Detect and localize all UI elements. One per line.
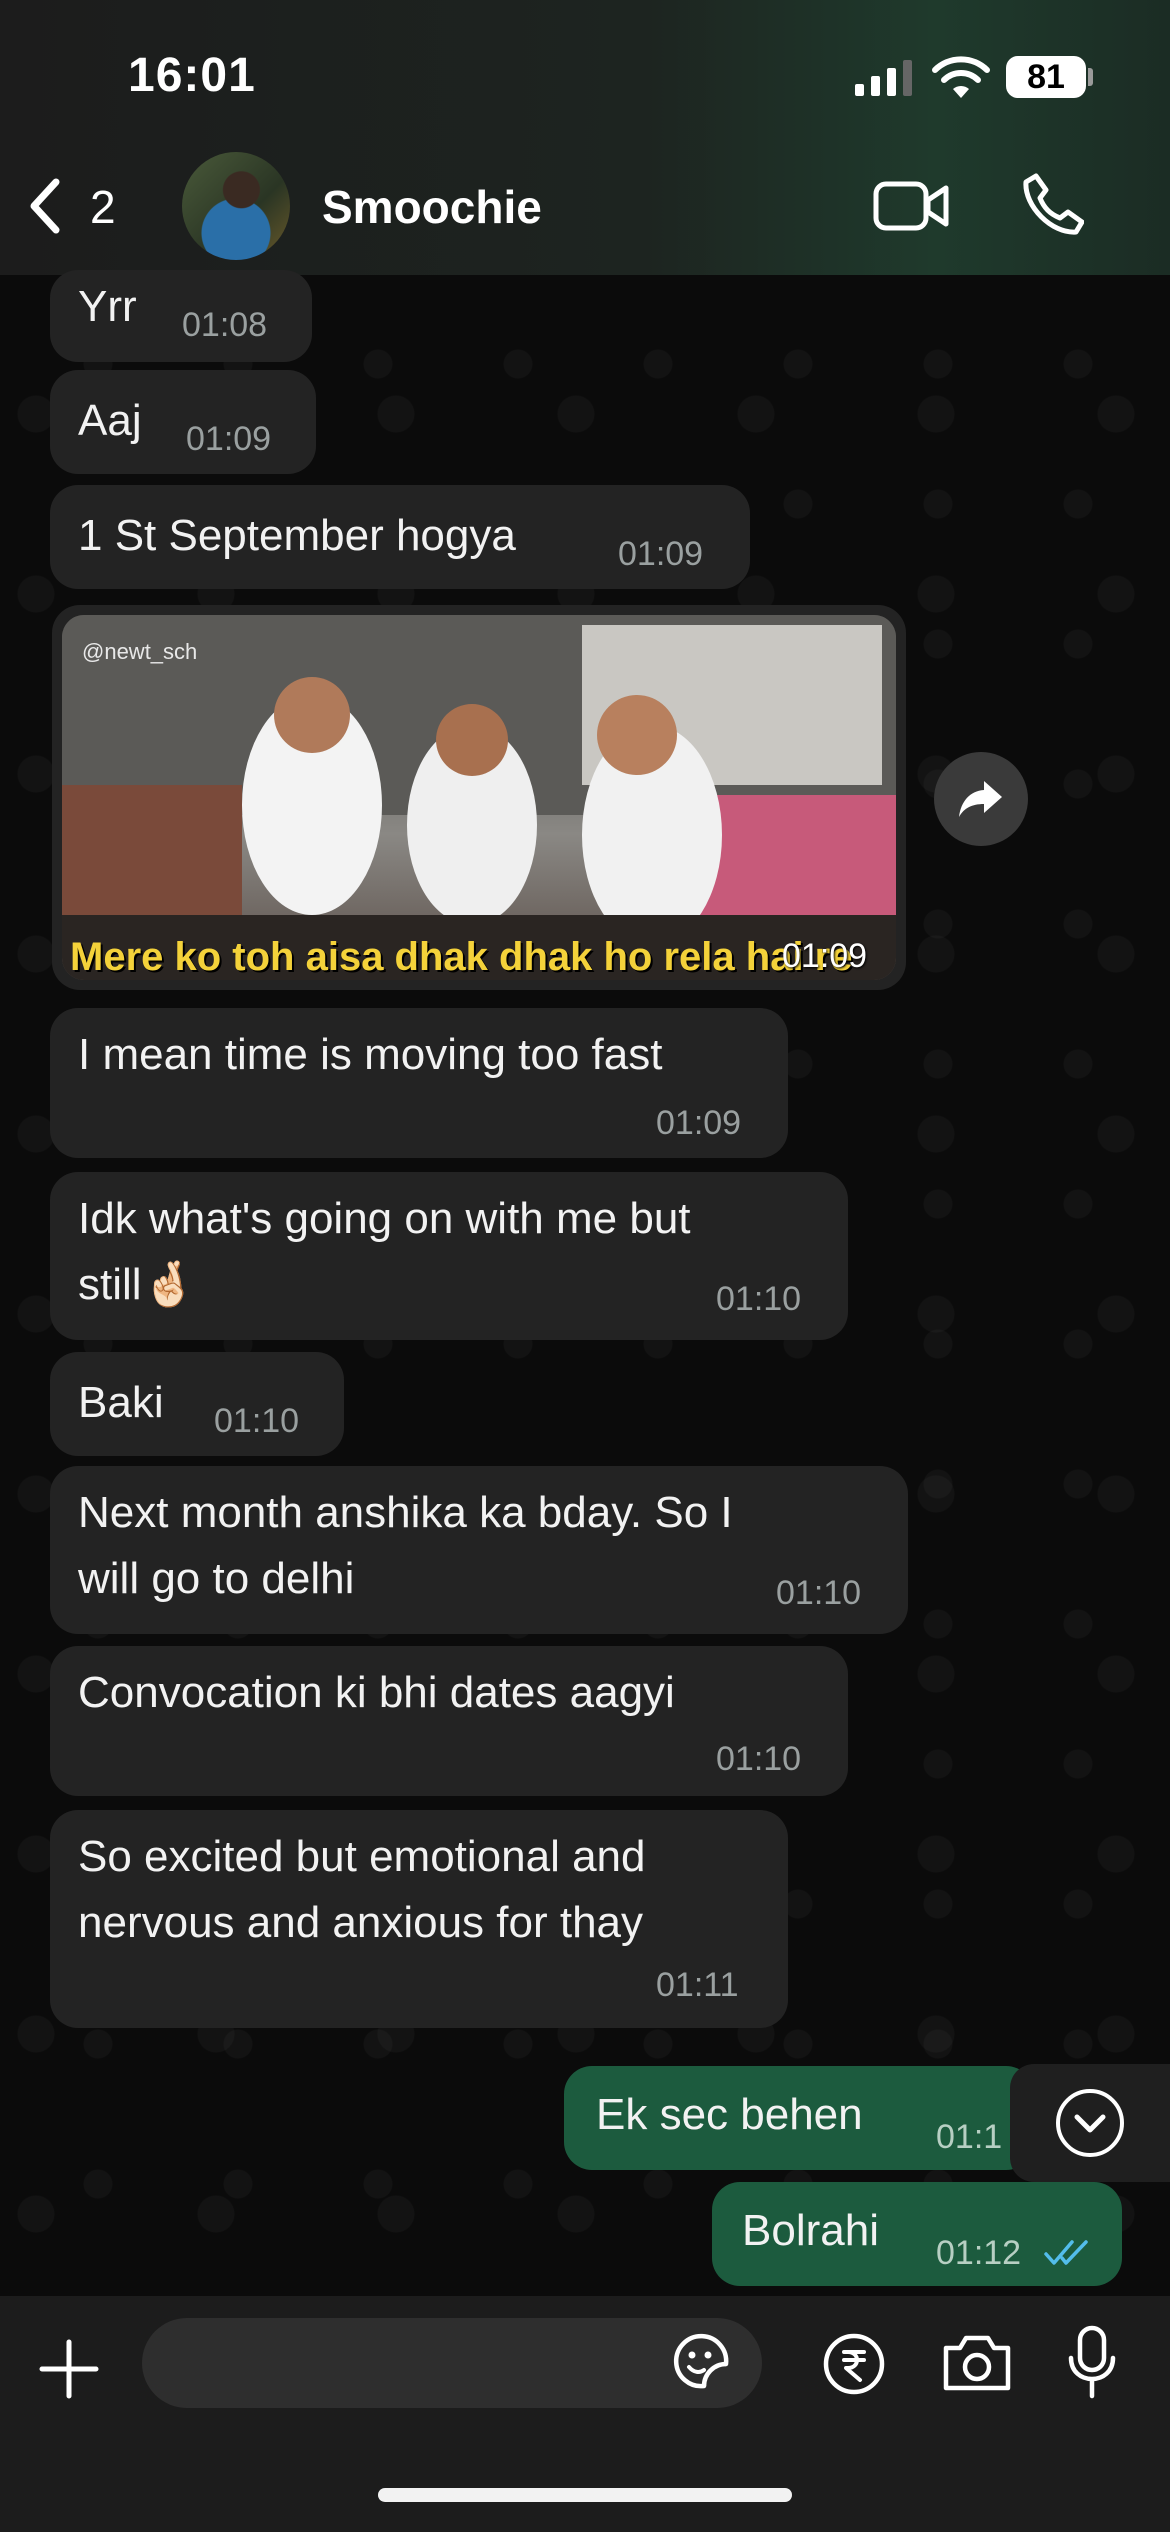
video-camera-icon[interactable]	[872, 176, 952, 236]
gif-scene-illustration	[62, 615, 896, 980]
home-indicator[interactable]	[378, 2488, 792, 2502]
chevron-down-circle-icon	[1056, 2089, 1124, 2157]
message-bubble[interactable]: Convocation ki bhi dates aagyi 01:10	[50, 1646, 848, 1796]
contact-name[interactable]: Smoochie	[322, 180, 542, 234]
message-bubble[interactable]: I mean time is moving too fast 01:09	[50, 1008, 788, 1158]
wifi-icon	[932, 56, 990, 98]
message-text: So excited but emotional and	[78, 1832, 646, 1881]
plus-icon[interactable]	[36, 2336, 102, 2402]
message-text: still🤞🏻	[78, 1260, 197, 1309]
forward-arrow-icon	[959, 781, 1002, 817]
status-bar-time: 16:01	[128, 49, 256, 102]
gif-thumbnail[interactable]: @newt_sch Mere ko toh aisa dhak dhak ho …	[62, 615, 896, 980]
message-bubble[interactable]: Yrr 01:08	[50, 270, 312, 362]
message-bubble[interactable]: 1 St September hogya 01:09	[50, 485, 750, 589]
message-text: Convocation ki bhi dates aagyi	[78, 1668, 675, 1717]
outgoing-message-bubble[interactable]: Bolrahi 01:12	[712, 2182, 1122, 2286]
message-text: Idk what's going on with me but	[78, 1194, 691, 1243]
message-bubble[interactable]: Next month anshika ka bday. So I will go…	[50, 1466, 908, 1634]
message-time: 01:11	[656, 1966, 739, 2004]
message-bubble[interactable]: Idk what's going on with me but still🤞🏻 …	[50, 1172, 848, 1340]
scroll-to-bottom-button[interactable]	[1010, 2064, 1170, 2182]
message-text: will go to delhi	[78, 1554, 355, 1603]
double-check-read-icon	[1044, 2240, 1088, 2265]
message-bubble[interactable]: Aaj 01:09	[50, 370, 316, 474]
message-time: 01:10	[214, 1402, 300, 1440]
camera-icon[interactable]	[940, 2332, 1014, 2394]
message-time: 01:09	[782, 937, 868, 975]
message-text: nervous and anxious for thay	[78, 1898, 644, 1947]
message-time: 01:10	[716, 1740, 802, 1778]
message-time: 01:09	[656, 1104, 742, 1142]
message-text: 1 St September hogya	[78, 511, 516, 560]
phone-icon[interactable]	[1022, 172, 1084, 236]
battery-level: 81	[1006, 56, 1086, 98]
message-text: Aaj	[78, 396, 142, 445]
message-time: 01:09	[186, 420, 272, 458]
message-time: 01:10	[716, 1280, 802, 1318]
cellular-signal-icon	[855, 60, 912, 96]
message-text: Baki	[78, 1378, 164, 1427]
message-time: 01:10	[776, 1574, 862, 1612]
message-text: Next month anshika ka bday. So I	[78, 1488, 733, 1537]
message-time: 01:09	[618, 535, 704, 573]
chevron-left-icon[interactable]	[24, 176, 64, 236]
message-time: 01:12	[936, 2234, 1022, 2272]
message-bubble[interactable]: Baki 01:10	[50, 1352, 344, 1456]
avatar[interactable]	[182, 152, 290, 260]
microphone-icon[interactable]	[1066, 2324, 1118, 2400]
message-text: Yrr	[78, 282, 137, 331]
gif-watermark: @newt_sch	[82, 639, 198, 664]
message-text: Ek sec behen	[596, 2090, 863, 2139]
message-bubble[interactable]: So excited but emotional and nervous and…	[50, 1810, 788, 2028]
sticker-icon[interactable]	[668, 2328, 734, 2394]
message-time: 01:1	[936, 2118, 1003, 2156]
message-text: I mean time is moving too fast	[78, 1030, 663, 1079]
rupee-payment-icon[interactable]	[822, 2332, 886, 2396]
chat-header: 16:01 81 2 Smoochie	[0, 0, 1170, 275]
forward-button[interactable]	[934, 752, 1028, 846]
outgoing-message-bubble[interactable]: Ek sec behen 01:1	[564, 2066, 1034, 2170]
message-time: 01:08	[182, 306, 268, 344]
unread-back-count[interactable]: 2	[90, 180, 116, 234]
message-text: Bolrahi	[742, 2206, 879, 2255]
media-message[interactable]: @newt_sch Mere ko toh aisa dhak dhak ho …	[52, 605, 906, 990]
gif-caption: Mere ko toh aisa dhak dhak ho rela hai r…	[70, 935, 853, 979]
battery-tip	[1088, 68, 1093, 86]
